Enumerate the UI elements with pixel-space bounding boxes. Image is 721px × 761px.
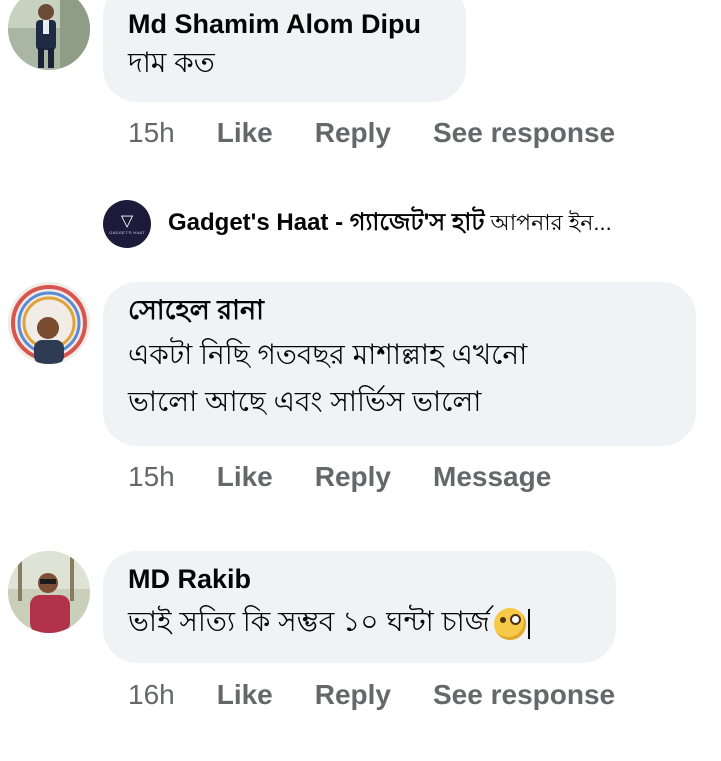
comment-bubble: Md Shamim Alom Dipu দাম কত	[103, 0, 466, 102]
comment-author[interactable]: Md Shamim Alom Dipu	[128, 6, 440, 42]
comment-timestamp[interactable]: 15h	[128, 461, 175, 493]
comment-timestamp[interactable]: 16h	[128, 679, 175, 711]
message-button[interactable]: Message	[433, 461, 551, 493]
comment-author[interactable]: সোহেল রানা	[128, 292, 670, 328]
comment-text: ভাই সত্যি কি সম্ভব ১০ ঘন্টা চার্জ	[128, 606, 490, 637]
comment-timestamp[interactable]: 15h	[128, 117, 175, 149]
avatar[interactable]	[8, 282, 90, 364]
avatar-photo-icon	[8, 551, 90, 633]
like-button[interactable]: Like	[217, 461, 273, 493]
reply-page-name[interactable]: Gadget's Haat - গ্যাজেট'স হাট	[168, 204, 484, 244]
face-with-monocle-icon	[493, 607, 526, 640]
comment-actions: 15h Like Reply See response	[128, 112, 657, 154]
like-button[interactable]: Like	[217, 117, 273, 149]
reply-preview[interactable]: ▽ GADGET'S HAAT Gadget's Haat - গ্যাজেট'…	[103, 198, 612, 250]
comment-actions: 15h Like Reply Message	[128, 456, 593, 498]
page-logo: ▽ GADGET'S HAAT	[103, 200, 151, 248]
like-button[interactable]: Like	[217, 679, 273, 711]
comment-bubble: সোহেল রানা একটা নিছি গতবছর মাশাল্লাহ এখন…	[103, 282, 696, 446]
avatar[interactable]	[8, 0, 90, 70]
avatar-photo-icon	[8, 0, 90, 70]
comment-text-line: ভালো আছে এবং সার্ভিস ভালো	[128, 386, 482, 417]
comment-actions: 16h Like Reply See response	[128, 674, 657, 716]
reply-button[interactable]: Reply	[315, 461, 391, 493]
reply-button[interactable]: Reply	[315, 679, 391, 711]
reply-button[interactable]: Reply	[315, 117, 391, 149]
comment-author[interactable]: MD Rakib	[128, 561, 590, 597]
logo-mark-icon: ▽	[120, 212, 134, 230]
see-response-button[interactable]: See response	[433, 679, 615, 711]
comment-text-row: ভাই সত্যি কি সম্ভব ১০ ঘন্টা চার্জ	[128, 597, 590, 647]
avatar-photo-icon	[8, 282, 90, 364]
avatar[interactable]	[8, 551, 90, 633]
comment-text-line: একটা নিছি গতবছর মাশাল্লাহ এখনো	[128, 339, 528, 370]
see-response-button[interactable]: See response	[433, 117, 615, 149]
logo-text: GADGET'S HAAT	[109, 229, 145, 235]
text-cursor	[527, 608, 530, 639]
reply-snippet: আপনার ইন...	[490, 209, 612, 235]
comment-text: দাম কত	[128, 47, 215, 78]
comment-bubble: MD Rakib ভাই সত্যি কি সম্ভব ১০ ঘন্টা চার…	[103, 551, 616, 663]
